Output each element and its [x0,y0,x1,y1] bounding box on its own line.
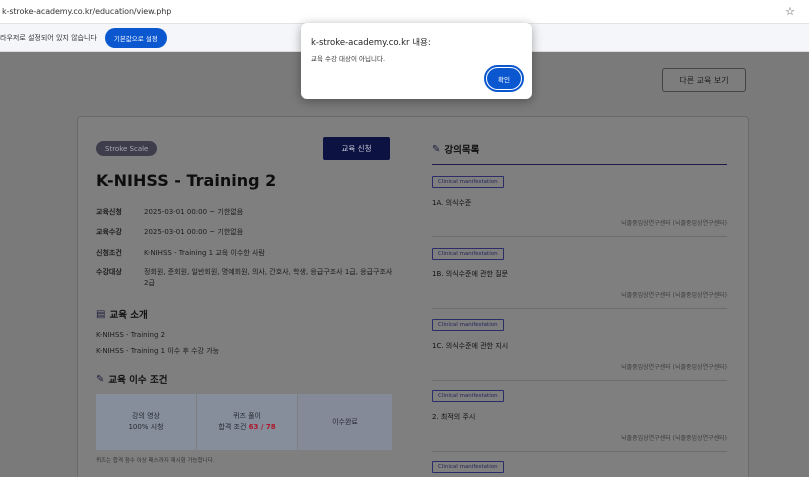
divider [432,164,727,165]
intro-line: K-NIHSS - Training 2 [96,331,166,339]
page-title: K-NIHSS - Training 2 [96,171,277,190]
ok-button[interactable]: 확인 [484,65,524,92]
lecture-tag: Clinical manifestation [432,390,504,402]
intro-line: K-NIHSS - Training 1 이수 후 수강 가능 [96,347,220,355]
info-key: 수강대상 [96,268,122,276]
alert-dialog: k-stroke-academy.co.kr 내용: 교육 수강 대상이 아닙니… [301,23,532,99]
info-value: 2025-03-01 00:00 ~ 기한없음 [144,208,244,216]
info-key: 교육신청 [96,208,122,216]
url-text[interactable]: k-stroke-academy.co.kr/education/view.ph… [2,7,171,16]
completion-status: 이수완료 [298,394,392,450]
other-education-button[interactable]: 다른 교육 보기 [662,68,746,92]
address-bar[interactable]: k-stroke-academy.co.kr/education/view.ph… [0,0,809,24]
quiz-note: 퀴즈는 합격 점수 이상 패스까지 재시험 가능합니다. [96,458,215,464]
lecture-title[interactable]: 2. 최적의 주시 [432,412,475,422]
lecture-source: 뇌졸중임상연구센터 (뇌졸중임상연구센터) [621,292,727,299]
info-row: 신청조건 K-NIHSS - Training 1 교육 이수한 사람 [96,248,394,259]
lecture-tag: Clinical manifestation [432,319,504,331]
dialog-message: 교육 수강 대상이 아닙니다. [311,55,386,63]
pencil-icon: ✎ [432,143,441,155]
divider [432,308,727,309]
apply-button[interactable]: 교육 신청 [323,137,390,160]
quiz-requirement: 합격 조건 63 / 78 [218,422,275,433]
document-icon: ▤ [96,308,106,320]
video-value: 100% 시청 [128,423,164,431]
lecture-title[interactable]: 1A. 의식수준 [432,198,471,208]
divider [432,451,727,452]
pencil-icon: ✎ [96,373,105,385]
lecture-source: 뇌졸중임상연구센터 (뇌졸중임상연구센터) [621,364,727,371]
lecture-title[interactable]: 1B. 의식수준에 관한 질문 [432,269,508,279]
info-row: 교육신청 2025-03-01 00:00 ~ 기한없음 [96,207,394,218]
condition-heading: ✎ 교육 이수 조건 [96,372,168,387]
divider [432,380,727,381]
info-value: 정회원, 준회원, 일반회원, 명예회원, 의사, 간호사, 학생, 응급구조사… [144,268,393,287]
category-tag: Stroke Scale [96,141,158,156]
lecture-list-label: 강의목록 [444,145,480,156]
video-condition: 강의 영상 100% 시청 [96,394,196,450]
quiz-prefix: 합격 조건 [218,423,247,431]
quiz-condition: 퀴즈 풀이 합격 조건 63 / 78 [197,394,297,450]
info-row: 수강대상 정회원, 준회원, 일반회원, 명예회원, 의사, 간호사, 학생, … [96,267,394,289]
star-icon[interactable]: ☆ [785,5,795,18]
lecture-tag: Clinical manifestation [432,461,504,473]
info-value: 2025-03-01 00:00 ~ 기한없음 [144,228,244,236]
lecture-title[interactable]: 1C. 의식수준에 관한 지시 [432,341,508,351]
info-key: 신청조건 [96,249,122,257]
intro-heading: ▤ 교육 소개 [96,307,148,322]
set-default-button[interactable]: 기본값으로 설정 [104,27,167,48]
lecture-tag: Clinical manifestation [432,176,504,188]
quiz-score: 63 / 78 [248,423,276,431]
video-label: 강의 영상 [132,412,160,420]
infobar-message: 라우저로 설정되어 있지 않습니다 [0,33,97,42]
lecture-source: 뇌졸중임상연구센터 (뇌졸중임상연구센터) [621,435,727,442]
condition-heading-label: 교육 이수 조건 [108,375,168,386]
lecture-list-heading: ✎ 강의목록 [432,142,480,157]
lecture-source: 뇌졸중임상연구센터 (뇌졸중임상연구센터) [621,220,727,227]
lecture-tag: Clinical manifestation [432,248,504,260]
info-row: 교육수강 2025-03-01 00:00 ~ 기한없음 [96,227,394,238]
dialog-title: k-stroke-academy.co.kr 내용: [311,38,431,48]
quiz-label: 퀴즈 풀이 [233,412,261,420]
info-key: 교육수강 [96,228,122,236]
info-value: K-NIHSS - Training 1 교육 이수한 사람 [144,249,265,257]
intro-heading-label: 교육 소개 [109,310,148,321]
divider [432,236,727,237]
